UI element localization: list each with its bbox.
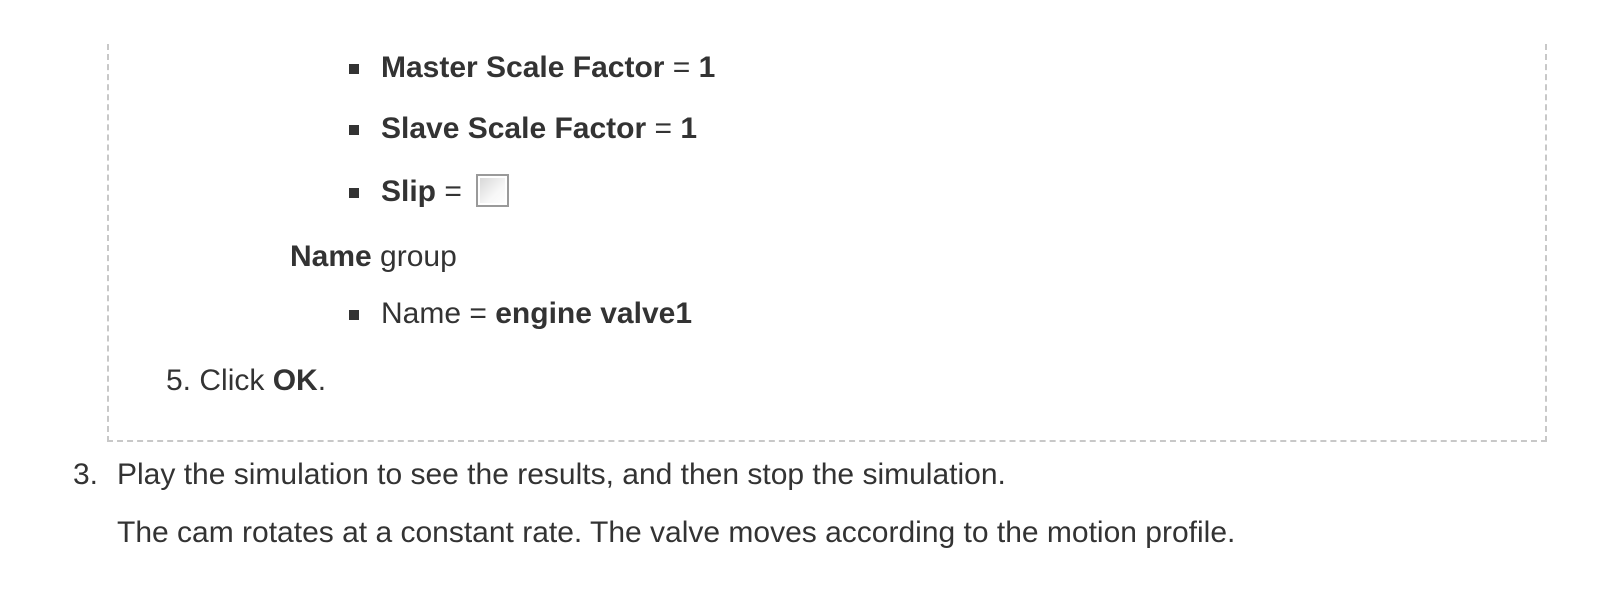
- bullet-square-icon: [349, 125, 359, 135]
- name-value: engine valve1: [495, 297, 693, 330]
- step-3-note: The cam rotates at a constant rate. The …: [117, 516, 1236, 549]
- slip-checkbox-unchecked-icon: [476, 173, 510, 207]
- step-3-number: 3.: [73, 458, 99, 491]
- step-3-text: Play the simulation to see the results, …: [117, 458, 1006, 491]
- step-5-number: 5.: [166, 364, 192, 397]
- step-5: 5. Click OK.: [166, 363, 326, 399]
- slave-scale-factor-item: Slave Scale Factor = 1: [381, 111, 697, 147]
- step-5-end: .: [317, 364, 327, 397]
- slip-item: Slip =: [381, 173, 510, 210]
- equals-sign: =: [461, 297, 496, 330]
- equals-sign: =: [436, 175, 471, 208]
- bullet-square-icon: [349, 188, 359, 198]
- equals-sign: =: [664, 51, 699, 84]
- name-group-suffix: group: [371, 240, 457, 273]
- master-scale-factor-label: Master Scale Factor: [381, 51, 665, 84]
- step-5-text: Click: [191, 364, 273, 397]
- slave-scale-factor-label: Slave Scale Factor: [381, 112, 647, 145]
- bullet-square-icon: [349, 310, 359, 320]
- master-scale-factor-value: 1: [698, 51, 716, 84]
- name-label: Name: [381, 297, 462, 330]
- slip-label: Slip: [381, 175, 437, 208]
- slave-scale-factor-value: 1: [680, 112, 698, 145]
- master-scale-factor-item: Master Scale Factor = 1: [381, 50, 715, 86]
- name-group-title: Name: [290, 240, 372, 273]
- equals-sign: =: [646, 112, 681, 145]
- name-group-heading: Name group: [290, 239, 457, 275]
- name-item: Name = engine valve1: [381, 296, 692, 332]
- ok-button-reference: OK: [272, 364, 318, 397]
- bullet-square-icon: [349, 64, 359, 74]
